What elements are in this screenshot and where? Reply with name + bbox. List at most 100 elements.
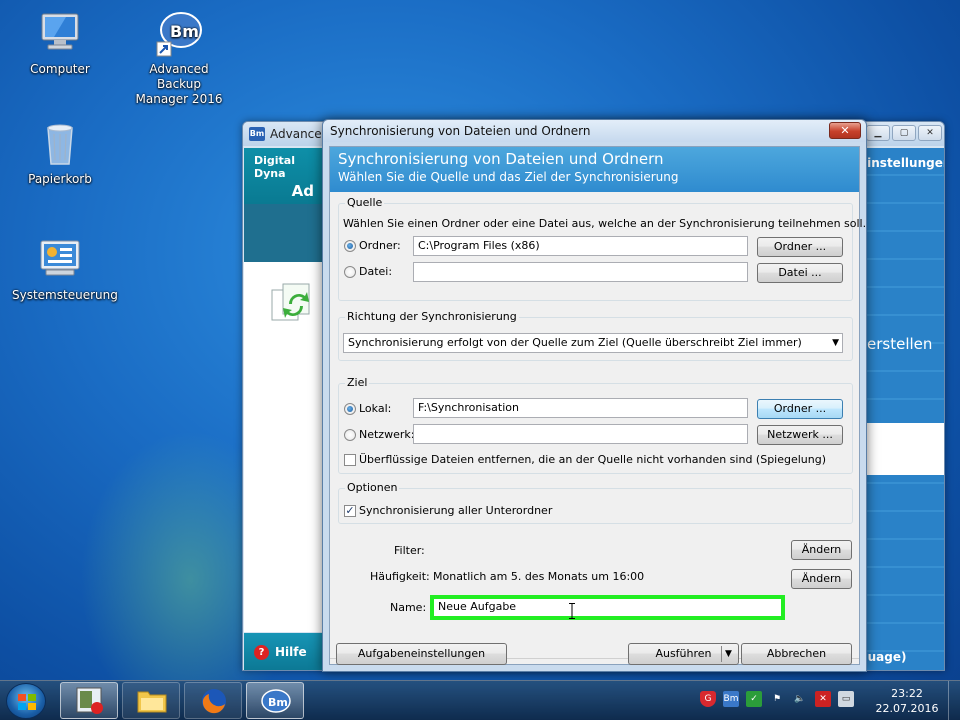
subfolders-checkbox-label[interactable]: Synchronisierung aller Unterordner <box>359 504 552 517</box>
firefox-icon <box>202 689 226 714</box>
folder-radio[interactable] <box>344 240 356 252</box>
dialog-title: Synchronisierung von Dateien und Ordnern <box>330 124 591 138</box>
file-radio[interactable] <box>344 266 356 278</box>
system-tray: G Bm ✓ ⚑ 🔈 ✕ ▭ <box>700 691 854 707</box>
clock[interactable]: 23:22 22.07.2016 <box>870 686 944 716</box>
clock-time: 23:22 <box>891 687 923 700</box>
local-radio[interactable] <box>344 403 356 415</box>
maximize-button[interactable]: ▢ <box>892 125 916 141</box>
source-folder-field[interactable]: C:\Program Files (x86) <box>413 236 748 256</box>
run-button-label: Ausführen <box>655 647 712 660</box>
close-button[interactable]: ✕ <box>918 125 942 141</box>
source-file-field[interactable] <box>413 262 748 282</box>
antivirus-icon[interactable]: G <box>700 691 716 707</box>
cancel-button[interactable]: Abbrechen <box>741 643 852 665</box>
direction-legend: Richtung der Synchronisierung <box>345 310 519 323</box>
run-button[interactable]: Ausführen ▼ <box>628 643 739 665</box>
background-window-right-panel: einstellungen erstellen guage) <box>859 148 944 670</box>
desktop-icon-control-panel[interactable]: Systemsteuerung <box>12 236 118 303</box>
computer-icon <box>36 10 84 58</box>
frequency-change-button[interactable]: Ändern <box>791 569 852 589</box>
background-window-title: Advanced <box>270 127 330 141</box>
recycle-bin-icon <box>36 120 84 168</box>
taskbar-app-recorder[interactable] <box>60 682 118 719</box>
network-radio[interactable] <box>344 429 356 441</box>
help-icon: ? <box>254 644 269 660</box>
flag-icon[interactable]: ⚑ <box>769 691 785 707</box>
desktop-icon-computer[interactable]: Computer <box>12 10 108 77</box>
recorder-icon <box>76 687 103 714</box>
folder-radio-label[interactable]: Ordner: <box>359 239 401 252</box>
run-dropdown-icon[interactable]: ▼ <box>725 644 732 664</box>
chevron-down-icon: ▼ <box>832 338 839 348</box>
target-network-field[interactable] <box>413 424 748 444</box>
dialog-body: Synchronisierung von Dateien und Ordnern… <box>329 146 866 665</box>
options-legend: Optionen <box>345 481 400 494</box>
task-name-input[interactable]: Neue Aufgabe <box>434 599 781 616</box>
minimize-button[interactable]: ▁ <box>866 125 890 141</box>
mirror-checkbox-label[interactable]: Überflüssige Dateien entfernen, die an d… <box>359 453 826 466</box>
subfolders-checkbox[interactable]: ✓ <box>344 505 356 517</box>
direction-select-value: Synchronisierung erfolgt von der Quelle … <box>348 336 802 349</box>
task-settings-button[interactable]: Aufgabeneinstellungen <box>336 643 507 665</box>
target-local-field[interactable]: F:\Synchronisation <box>413 398 748 418</box>
dialog-close-button[interactable]: ✕ <box>829 122 861 139</box>
header-line-2: Ad <box>291 182 314 200</box>
background-window-band <box>244 204 324 262</box>
start-button[interactable] <box>6 683 46 719</box>
backup-manager-icon: Bm <box>155 10 203 58</box>
direction-select[interactable]: Synchronisierung erfolgt von der Quelle … <box>343 333 843 353</box>
right-panel-create[interactable]: erstellen <box>867 335 932 353</box>
right-panel-settings[interactable]: einstellungen <box>859 156 944 170</box>
volume-icon[interactable]: 🔈 <box>792 691 808 707</box>
filter-label: Filter: <box>394 544 425 557</box>
file-radio-label[interactable]: Datei: <box>359 265 392 278</box>
dialog-header-subtitle: Wählen Sie die Quelle und das Ziel der S… <box>338 170 679 184</box>
taskbar: Bm G Bm ✓ ⚑ 🔈 ✕ ▭ 23:22 22.07.2016 <box>0 680 960 720</box>
taskbar-app-explorer[interactable] <box>122 682 180 719</box>
source-file-button[interactable]: Datei ... <box>757 263 843 283</box>
direction-group: Richtung der Synchronisierung Synchronis… <box>338 310 853 361</box>
right-panel-selected-row <box>859 423 944 475</box>
network-radio-label[interactable]: Netzwerk: <box>359 428 414 441</box>
background-window-header: Digital Dyna Ad <box>244 148 324 204</box>
local-radio-label[interactable]: Lokal: <box>359 402 391 415</box>
target-legend: Ziel <box>345 376 370 389</box>
frequency-label: Häufigkeit: <box>370 570 430 583</box>
desktop-icon-recycle-bin[interactable]: Papierkorb <box>12 120 108 187</box>
source-group: Quelle Wählen Sie einen Ordner oder eine… <box>338 196 866 301</box>
windows-logo-icon <box>18 694 36 710</box>
header-line-1: Digital Dyna <box>254 154 295 180</box>
sync-icon <box>269 280 315 326</box>
source-folder-button[interactable]: Ordner ... <box>757 237 843 257</box>
network-status-icon[interactable]: ✓ <box>746 691 762 707</box>
background-window-controls: ▁ ▢ ✕ <box>866 125 942 141</box>
svg-text:Bm: Bm <box>268 696 288 709</box>
frequency-value: Monatlich am 5. des Monats um 16:00 <box>433 570 645 583</box>
taskbar-app-backup-manager[interactable]: Bm <box>246 682 304 719</box>
options-group: Optionen ✓ Synchronisierung aller Untero… <box>338 481 853 524</box>
dialog-titlebar[interactable]: Synchronisierung von Dateien und Ordnern <box>323 120 866 142</box>
target-network-button[interactable]: Netzwerk ... <box>757 425 843 445</box>
source-legend: Quelle <box>345 196 385 209</box>
mirror-checkbox[interactable] <box>344 454 356 466</box>
backup-manager-icon: Bm <box>261 689 291 713</box>
dialog-header: Synchronisierung von Dateien und Ordnern… <box>330 147 859 192</box>
backup-tray-icon[interactable]: Bm <box>723 691 739 707</box>
control-panel-icon <box>36 236 84 284</box>
monitor-icon[interactable]: ▭ <box>838 691 854 707</box>
target-folder-button[interactable]: Ordner ... <box>757 399 843 419</box>
svg-text:Bm: Bm <box>170 22 199 41</box>
help-button[interactable]: ? Hilfe <box>244 633 324 670</box>
network-error-icon[interactable]: ✕ <box>815 691 831 707</box>
desktop-icon-advanced-backup-manager[interactable]: Bm Advanced Backup Manager 2016 <box>131 10 227 107</box>
target-group: Ziel Lokal: F:\Synchronisation Ordner ..… <box>338 376 853 474</box>
taskbar-app-firefox[interactable] <box>184 682 242 719</box>
filter-change-button[interactable]: Ändern <box>791 540 852 560</box>
show-desktop-button[interactable] <box>948 681 960 720</box>
sync-dialog: Synchronisierung von Dateien und Ordnern… <box>322 119 867 672</box>
desktop-icon-label: Systemsteuerung <box>12 288 118 302</box>
text-cursor-icon <box>569 603 575 619</box>
folder-icon <box>137 691 167 713</box>
source-description: Wählen Sie einen Ordner oder eine Datei … <box>343 217 867 230</box>
